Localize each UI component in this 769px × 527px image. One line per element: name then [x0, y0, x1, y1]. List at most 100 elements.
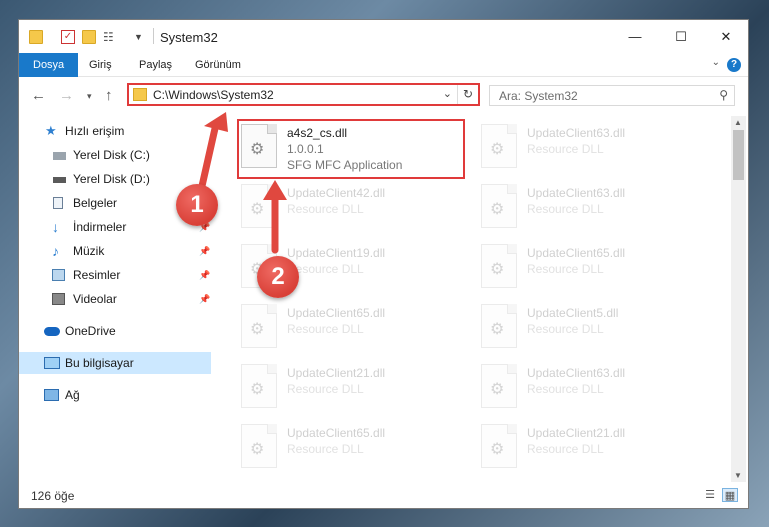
- navigation-pane: ★ Hızlı erişim Yerel Disk (C:) Yerel Dis…: [19, 116, 211, 478]
- file-name: UpdateClient65.dll: [527, 246, 626, 260]
- file-item[interactable]: ⚙ UpdateClient63.dll Resource DLL: [479, 120, 719, 176]
- drive-icon: [53, 152, 66, 160]
- dll-file-icon: ⚙: [481, 304, 517, 348]
- file-item[interactable]: ⚙ UpdateClient65.dll Resource DLL: [479, 240, 719, 296]
- sidebar-item-network[interactable]: Ağ: [19, 384, 211, 406]
- file-type: Resource DLL: [527, 142, 604, 156]
- dll-file-icon: ⚙: [481, 244, 517, 288]
- chevron-down-icon[interactable]: ⌄: [712, 57, 720, 68]
- back-button[interactable]: ←: [31, 87, 46, 104]
- maximize-button[interactable]: ☐: [658, 20, 704, 53]
- file-name: UpdateClient63.dll: [527, 186, 626, 200]
- music-icon: ♪: [52, 243, 59, 259]
- dll-file-icon: ⚙: [241, 424, 277, 468]
- address-bar[interactable]: C:\Windows\System32 ⌄ ↻: [127, 83, 480, 106]
- sidebar-item-label: OneDrive: [65, 324, 116, 338]
- file-name: UpdateClient21.dll: [287, 366, 386, 380]
- sidebar-item-onedrive[interactable]: OneDrive: [19, 320, 211, 342]
- chevron-down-icon[interactable]: ▼: [134, 30, 148, 44]
- file-type: Resource DLL: [287, 322, 364, 336]
- file-name: UpdateClient65.dll: [287, 426, 386, 440]
- scrollbar-thumb[interactable]: [733, 130, 744, 180]
- sidebar-item-label: Yerel Disk (D:): [73, 172, 150, 186]
- file-type: Resource DLL: [527, 382, 604, 396]
- item-count: 126 öğe: [31, 489, 75, 503]
- title-divider: [153, 28, 154, 44]
- search-input[interactable]: Ara: System32 ⚲: [489, 85, 735, 106]
- ribbon-tabs: Dosya Giriş Paylaş Görünüm ⌄ ?: [19, 53, 748, 77]
- tab-home[interactable]: Giriş: [81, 53, 120, 77]
- drive-icon: [53, 177, 66, 183]
- status-bar: 126 öğe ☰ ▦: [19, 484, 748, 508]
- close-button[interactable]: ✕: [703, 20, 748, 53]
- sidebar-item-label: Belgeler: [73, 196, 118, 210]
- up-button[interactable]: ↑: [105, 87, 113, 104]
- sidebar-item-pictures[interactable]: Resimler 📌: [19, 264, 211, 286]
- window-title: System32: [160, 30, 218, 45]
- forward-button[interactable]: →: [59, 87, 74, 104]
- pin-icon[interactable]: 📌: [199, 264, 210, 286]
- help-button[interactable]: ?: [727, 58, 741, 72]
- pin-icon[interactable]: 📌: [199, 240, 210, 262]
- recent-locations-button[interactable]: ▾: [87, 91, 92, 102]
- videos-icon: [52, 293, 65, 305]
- pin-icon[interactable]: 📌: [199, 288, 210, 310]
- new-folder-icon[interactable]: [82, 30, 96, 44]
- chevron-down-icon[interactable]: ⌄: [443, 87, 452, 100]
- search-icon: ⚲: [719, 88, 728, 102]
- vertical-scrollbar[interactable]: ▲ ▼: [731, 116, 746, 482]
- sidebar-item-label: İndirmeler: [73, 220, 127, 234]
- file-type: Resource DLL: [527, 322, 604, 336]
- computer-icon: [44, 357, 60, 369]
- explorer-window: ✓ ☷ ▼ System32 — ☐ ✕ Dosya Giriş Paylaş …: [18, 19, 749, 509]
- download-icon: ↓: [52, 219, 59, 235]
- tab-view[interactable]: Görünüm: [187, 53, 249, 77]
- file-type: Resource DLL: [527, 202, 604, 216]
- properties-icon[interactable]: ✓: [61, 30, 75, 44]
- customize-toolbar-icon[interactable]: ☷: [103, 30, 117, 44]
- file-item[interactable]: ⚙ UpdateClient42.dll Resource DLL: [239, 180, 479, 236]
- file-item[interactable]: ⚙ UpdateClient63.dll Resource DLL: [479, 360, 719, 416]
- file-item[interactable]: ⚙ UpdateClient21.dll Resource DLL: [479, 420, 719, 476]
- dll-file-icon: ⚙: [481, 364, 517, 408]
- sidebar-item-disk-c[interactable]: Yerel Disk (C:): [19, 144, 211, 166]
- search-placeholder: Ara: System32: [499, 89, 578, 103]
- folder-icon: [133, 88, 147, 101]
- sidebar-item-this-pc[interactable]: Bu bilgisayar: [19, 352, 211, 374]
- sidebar-item-label: Müzik: [73, 244, 105, 258]
- file-name: UpdateClient63.dll: [527, 366, 626, 380]
- scroll-down-icon[interactable]: ▼: [734, 471, 742, 480]
- minimize-button[interactable]: —: [612, 20, 658, 53]
- file-item[interactable]: ⚙ UpdateClient5.dll Resource DLL: [479, 300, 719, 356]
- details-view-icon[interactable]: ☰: [702, 488, 718, 502]
- refresh-button[interactable]: ↻: [457, 85, 478, 104]
- sidebar-item-quick-access[interactable]: ★ Hızlı erişim: [19, 120, 211, 142]
- file-type: Resource DLL: [527, 262, 604, 276]
- network-icon: [44, 389, 59, 401]
- sidebar-item-label: Yerel Disk (C:): [73, 148, 150, 162]
- file-name: UpdateClient19.dll: [287, 246, 386, 260]
- sidebar-item-music[interactable]: ♪ Müzik 📌: [19, 240, 211, 262]
- file-type: Resource DLL: [527, 442, 604, 456]
- tab-file[interactable]: Dosya: [19, 53, 79, 77]
- address-row: ← → ▾ ↑ C:\Windows\System32 ⌄ ↻ Ara: Sys…: [19, 78, 748, 114]
- file-item[interactable]: ⚙ UpdateClient65.dll Resource DLL: [239, 300, 479, 356]
- file-item[interactable]: ⚙ UpdateClient21.dll Resource DLL: [239, 360, 479, 416]
- step-1-marker: 1: [176, 184, 218, 226]
- file-name: UpdateClient42.dll: [287, 186, 386, 200]
- file-name: UpdateClient65.dll: [287, 306, 386, 320]
- documents-icon: [53, 197, 63, 209]
- cloud-icon: [44, 327, 60, 336]
- dll-file-icon: ⚙: [241, 304, 277, 348]
- sidebar-item-disk-d[interactable]: Yerel Disk (D:): [19, 168, 211, 190]
- tab-share[interactable]: Paylaş: [131, 53, 180, 77]
- star-icon: ★: [45, 123, 57, 138]
- pictures-icon: [52, 269, 65, 281]
- file-item[interactable]: ⚙ UpdateClient65.dll Resource DLL: [239, 420, 479, 476]
- sidebar-item-videos[interactable]: Videolar 📌: [19, 288, 211, 310]
- file-type: Resource DLL: [287, 382, 364, 396]
- sidebar-item-label: Videolar: [73, 292, 117, 306]
- file-item[interactable]: ⚙ UpdateClient63.dll Resource DLL: [479, 180, 719, 236]
- scroll-up-icon[interactable]: ▲: [734, 118, 742, 127]
- tiles-view-icon[interactable]: ▦: [722, 488, 738, 502]
